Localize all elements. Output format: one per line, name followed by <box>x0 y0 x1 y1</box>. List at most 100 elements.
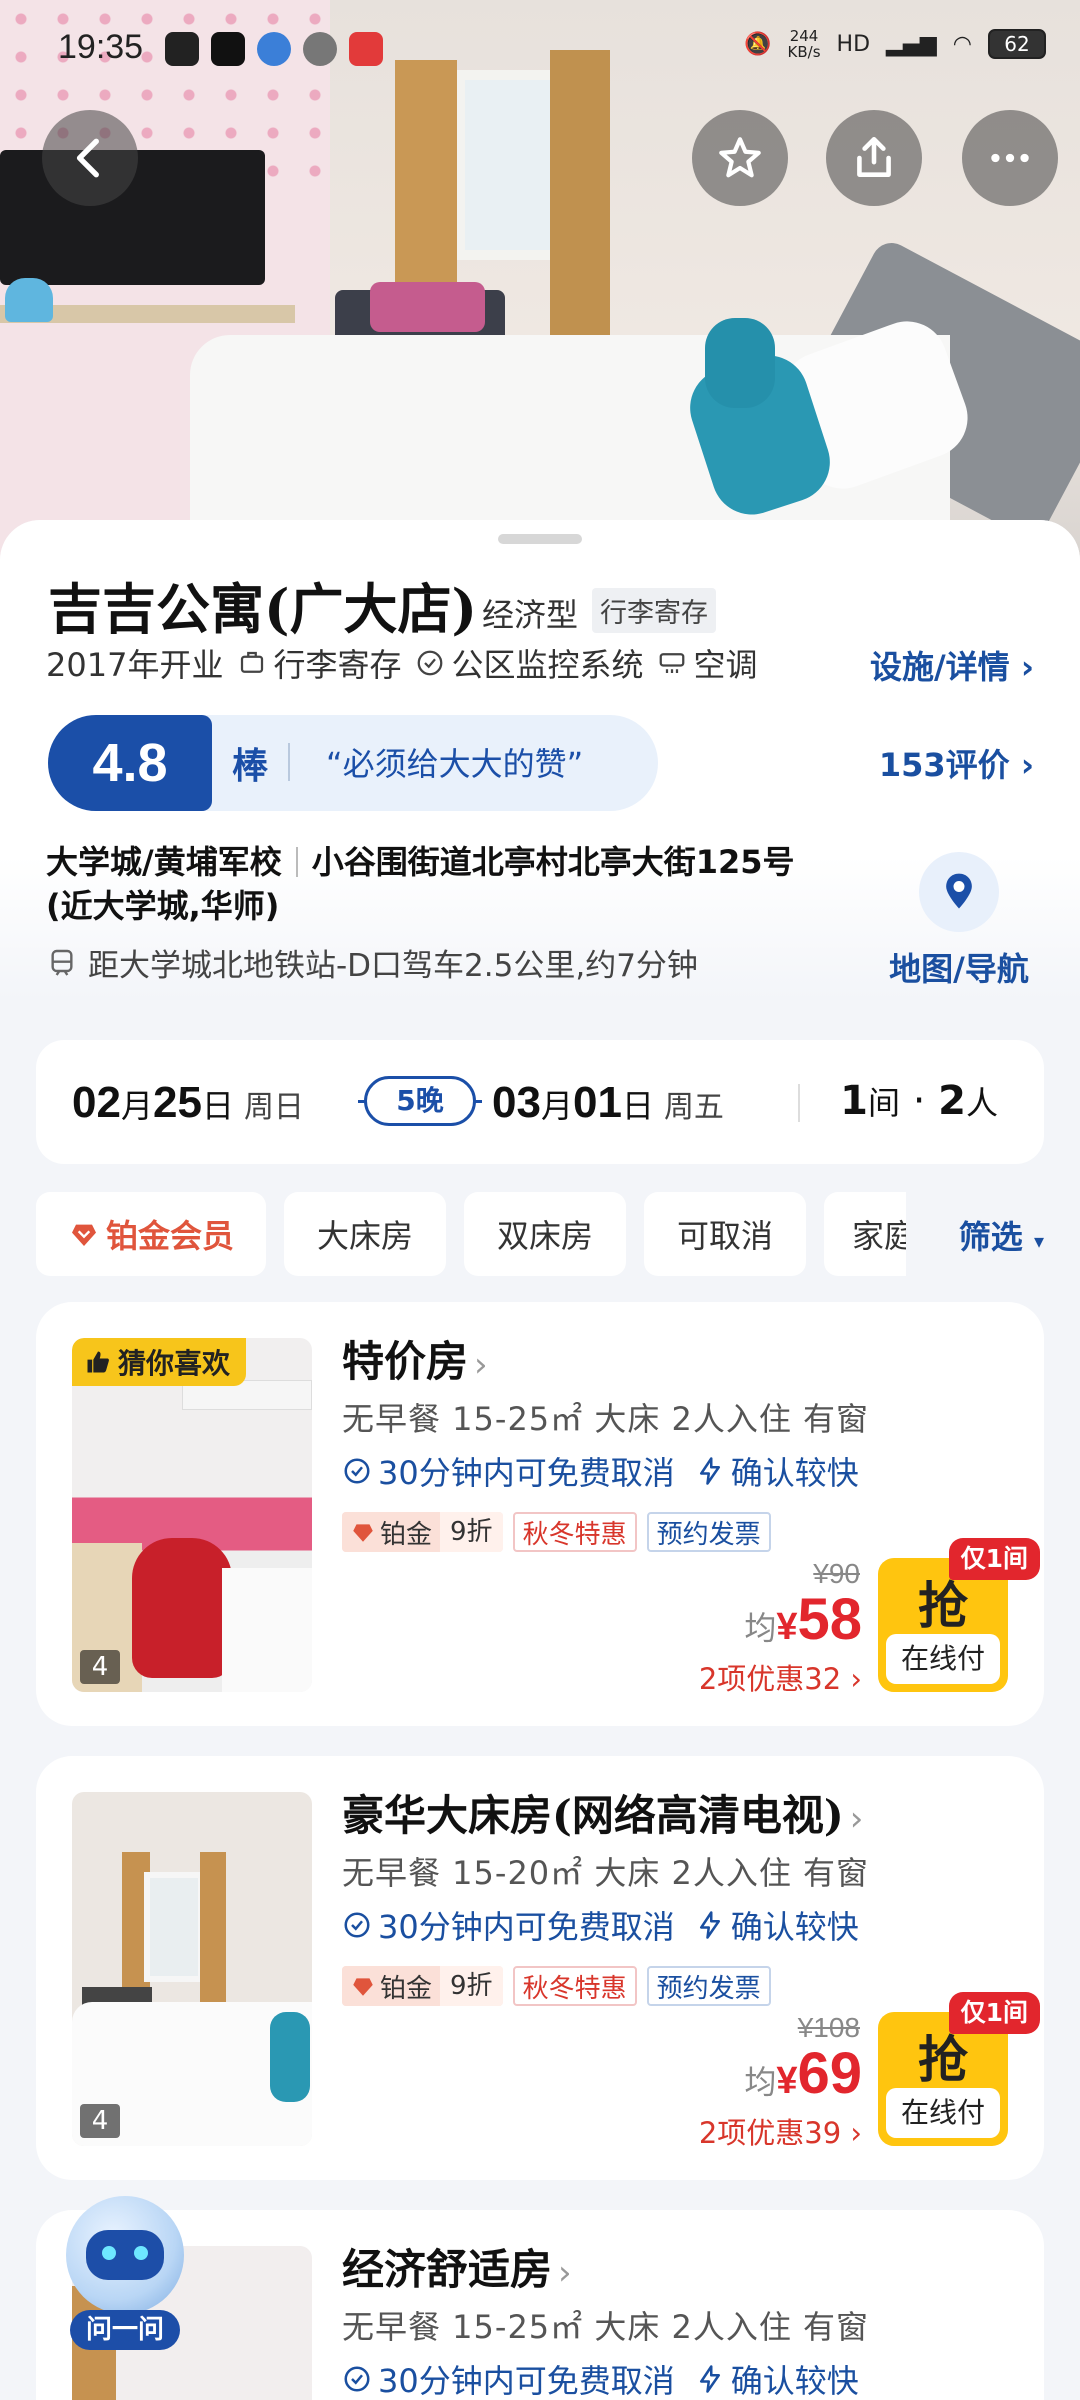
more-icon <box>991 153 1029 163</box>
room-price: 均¥69 <box>744 2041 862 2106</box>
rooms-guests[interactable]: 1间 · 2人 <box>840 1078 998 1124</box>
signal-icon: ▂▄▆ <box>886 31 937 57</box>
room-card[interactable]: 4 豪华大床房(网络高清电视) › 无早餐 15-20㎡ 大床 2人入住 有窗 3… <box>36 1756 1044 2180</box>
status-time: 19:35 <box>58 28 144 66</box>
hotel-name: 吉吉公寓(广大店) <box>48 577 478 641</box>
nights-count: 5晚 <box>364 1076 476 1126</box>
address-street: 小谷围街道北亭村北亭大街125号 <box>311 843 795 881</box>
filter-chip[interactable]: 可取消 <box>644 1192 806 1276</box>
date-guest-selector[interactable]: 02月25日 周日 5晚 03月01日 周五 1间 · 2人 <box>36 1040 1044 1164</box>
photo-count: 4 <box>80 1650 120 1684</box>
room-badges: 铂金 9折 秋冬特惠 预约发票 <box>342 1512 771 1552</box>
back-button[interactable] <box>42 110 138 206</box>
hotel-type: 经济型 <box>482 596 579 634</box>
check-circle-icon <box>418 650 443 676</box>
discount-link[interactable]: 2项优惠39 › <box>699 2110 862 2152</box>
assistant-label: 问一问 <box>70 2310 180 2350</box>
room-card[interactable]: 猜你喜欢 4 特价房 › 无早餐 15-25㎡ 大床 2人入住 有窗 30分钟内可… <box>36 1302 1044 1726</box>
room-photo[interactable]: 猜你喜欢 4 <box>72 1338 312 1692</box>
check-circle-icon <box>344 1458 370 1484</box>
heart-diamond-icon <box>353 1978 373 1996</box>
lightning-icon <box>699 2365 720 2393</box>
map-navigation-button[interactable]: 地图/导航 <box>884 852 1034 990</box>
chevron-right-icon: › <box>849 1799 864 1839</box>
more-button[interactable] <box>962 110 1058 206</box>
network-speed: 244 KB/s <box>787 27 821 61</box>
chevron-right-icon: › <box>474 1345 488 1385</box>
metro-icon <box>51 949 73 976</box>
invoice-badge: 预约发票 <box>646 1512 771 1552</box>
filter-button[interactable]: 筛选 ▾ <box>959 1212 1044 1258</box>
hotel-address[interactable]: 大学城/黄埔军校 小谷围街道北亭村北亭大街125号 (近大学城,华师) <box>46 840 846 928</box>
facility-item: 空调 <box>657 640 758 686</box>
chevron-right-icon: › <box>558 2253 572 2293</box>
app-icon <box>303 32 337 66</box>
only-one-left-badge: 仅1间 <box>948 1992 1040 2034</box>
wechat-icon <box>165 32 199 66</box>
platinum-discount-badge: 铂金 9折 <box>342 1966 503 2006</box>
xiaohongshu-icon <box>349 32 383 66</box>
checkin-date[interactable]: 02月25日 周日 <box>72 1078 304 1128</box>
hotel-tag: 行李寄存 <box>592 588 716 633</box>
review-quote: “必须给大大的赞” <box>326 745 584 783</box>
facility-item: 公区监控系统 <box>415 640 643 686</box>
rating-word: 棒 <box>232 746 269 787</box>
lightning-icon <box>699 1457 720 1485</box>
thumbs-up-icon <box>87 1351 109 1373</box>
facility-list: 2017年开业 行李寄存 公区监控系统 空调 <box>46 640 758 686</box>
star-icon <box>719 137 761 178</box>
room-name[interactable]: 特价房 › <box>342 1328 488 1389</box>
sheet-handle[interactable] <box>498 534 582 544</box>
room-photo[interactable]: 4 <box>72 1792 312 2146</box>
rating-summary[interactable]: 4.8 棒 “必须给大大的赞” <box>48 715 658 811</box>
robot-icon <box>66 2196 184 2314</box>
room-policy: 30分钟内可免费取消 确认较快 <box>342 2356 859 2400</box>
room-name[interactable]: 豪华大床房(网络高清电视) › <box>342 1782 863 1843</box>
room-name[interactable]: 经济舒适房 › <box>342 2236 572 2297</box>
discount-link[interactable]: 2项优惠32 › <box>699 1656 862 1698</box>
assistant-button[interactable]: 问一问 <box>60 2196 190 2356</box>
room-spec: 无早餐 15-25㎡ 大床 2人入住 有窗 <box>342 1400 870 1438</box>
platinum-member-chip[interactable]: 铂金会员 <box>36 1192 266 1276</box>
filter-chip[interactable]: 双床房 <box>464 1192 626 1276</box>
room-spec: 无早餐 15-25㎡ 大床 2人入住 有窗 <box>342 2308 870 2346</box>
only-one-left-badge: 仅1间 <box>948 1538 1040 1580</box>
facility-item: 行李寄存 <box>237 640 401 686</box>
rating-score: 4.8 <box>48 715 212 811</box>
heart-diamond-icon <box>71 1224 96 1246</box>
status-bar: 19:35 🔕 244 KB/s HD ▂▄▆ ◠ 62 <box>0 0 1080 100</box>
hd-icon: HD <box>836 31 871 57</box>
room-spec: 无早餐 15-20㎡ 大床 2人入住 有窗 <box>342 1854 870 1892</box>
room-policy: 30分钟内可免费取消 确认较快 <box>342 1902 859 1948</box>
mute-icon: 🔕 <box>744 31 772 57</box>
share-icon <box>857 136 891 177</box>
guess-you-like-tag: 猜你喜欢 <box>72 1338 247 1386</box>
room-price: 均¥58 <box>744 1587 862 1652</box>
checkout-date[interactable]: 03月01日 周五 <box>492 1078 724 1128</box>
wifi-icon: ◠ <box>952 31 972 57</box>
promo-badge: 秋冬特惠 <box>512 1966 637 2006</box>
metro-distance: 距大学城北地铁站-D口驾车2.5公里,约7分钟 <box>46 940 698 985</box>
chat-app-icon <box>257 32 291 66</box>
opened-year: 2017年开业 <box>46 646 224 684</box>
filter-chip[interactable]: 大床房 <box>284 1192 446 1276</box>
luggage-icon <box>241 651 264 673</box>
room-badges: 铂金 9折 秋冬特惠 预约发票 <box>342 1966 771 2006</box>
photo-count: 4 <box>80 2104 120 2138</box>
heart-diamond-icon <box>353 1524 373 1542</box>
platinum-discount-badge: 铂金 9折 <box>342 1512 503 1552</box>
location-pin-icon <box>946 873 972 909</box>
lightning-icon <box>699 1911 720 1939</box>
room-policy: 30分钟内可免费取消 确认较快 <box>342 1448 859 1494</box>
favorite-button[interactable] <box>692 110 788 206</box>
hotel-detail-sheet: 吉吉公寓(广大店) 经济型 行李寄存 2017年开业 行李寄存 公区监控系统 空… <box>0 520 1080 2400</box>
room-filter-bar: 铂金会员 大床房 双床房 可取消 家庭 筛选 ▾ <box>36 1192 1046 1276</box>
battery-icon: 62 <box>988 29 1046 59</box>
air-conditioner-icon <box>660 653 685 673</box>
tiktok-icon <box>211 32 245 66</box>
share-button[interactable] <box>826 110 922 206</box>
facilities-detail-link[interactable]: 设施/详情 › <box>870 642 1034 688</box>
reviews-link[interactable]: 153评价 › <box>879 740 1034 786</box>
address-area: 大学城/黄埔军校 <box>46 843 282 881</box>
promo-badge: 秋冬特惠 <box>512 1512 637 1552</box>
